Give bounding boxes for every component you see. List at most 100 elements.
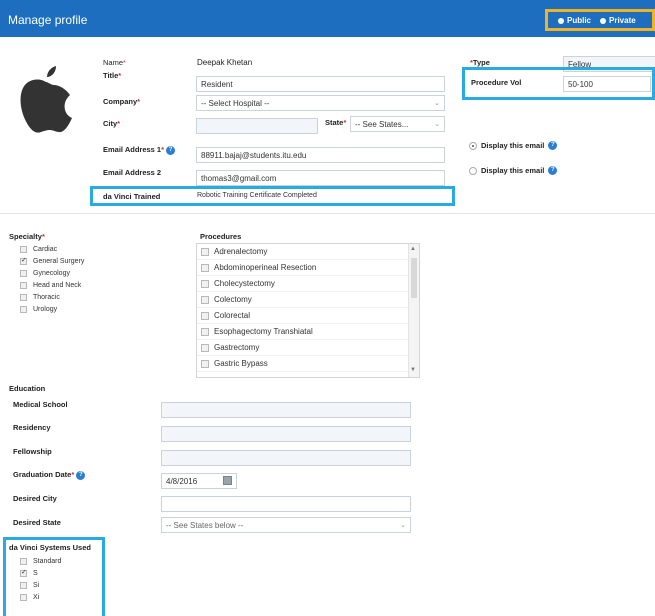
company-select[interactable]: -- Select Hospital -- ⌄ [196,95,445,111]
specialty-item-label: Cardiac [33,245,58,253]
procedures-rows: Adrenalectomy Abdominoperineal Resection C… [197,244,419,372]
specialty-item-label: Thoracic [33,293,60,301]
procedure-item[interactable]: Colorectal [197,308,419,324]
procedure-item[interactable]: Cholecystectomy [197,276,419,292]
procedure-checkbox[interactable] [201,343,209,352]
page-title: Manage profile [8,13,88,27]
email1-label: Email Address 1* ? [103,145,176,155]
private-option[interactable]: Private [600,16,636,25]
state-select[interactable]: -- See States... ⌄ [350,116,445,132]
specialty-checkbox[interactable] [20,245,27,253]
procedure-item-label: Colectomy [214,295,252,304]
email1-input[interactable]: 88911.bajaj@students.itu.edu [196,147,445,163]
procedure-checkbox[interactable] [201,295,209,304]
fellowship-input[interactable] [161,450,411,466]
public-label: Public [567,16,592,25]
info-icon[interactable]: ? [548,141,558,150]
procedure-item[interactable]: Abdominoperineal Resection [197,260,419,276]
public-option[interactable]: Public [558,16,591,25]
procedure-item-label: Esophagectomy Transhiatal [214,327,313,336]
scroll-down-icon[interactable]: ▼ [410,367,416,373]
graduation-date-input[interactable]: 4/8/2016 [161,473,237,489]
city-label: City* [103,119,121,128]
procedure-item-label: Colorectal [214,311,251,320]
procedure-item-label: Adrenalectomy [214,247,268,256]
chevron-down-icon: ⌄ [434,121,440,128]
specialty-item[interactable]: Thoracic [20,291,84,303]
display-email2-option[interactable]: Display this email ? [469,166,558,175]
procedure-item-label: Cholecystectomy [214,279,275,288]
procedure-item-label: Gastric Bypass [214,359,268,368]
procedure-checkbox[interactable] [201,311,209,320]
system-checkbox[interactable] [20,557,27,565]
system-checkbox[interactable] [20,568,27,577]
system-item-label: Xi [33,593,40,601]
specialty-item[interactable]: Head and Neck [20,279,84,291]
specialty-checkbox[interactable] [20,293,27,301]
system-item-label: Si [33,581,40,589]
procedure-item[interactable]: Adrenalectomy [197,244,419,260]
calendar-icon[interactable] [223,476,232,485]
davinci-trained-value: Robotic Training Certificate Completed [197,192,317,199]
scroll-thumb[interactable] [411,258,417,298]
desired-state-select[interactable]: -- See States below -- ⌄ [161,517,411,533]
specialty-item-label: Urology [33,305,58,313]
public-radio-icon [558,17,564,24]
procedure-checkbox[interactable] [201,263,209,272]
procedure-checkbox[interactable] [201,247,209,256]
desired-city-input[interactable] [161,496,411,512]
name-value: Deepak Khetan [197,58,253,67]
apple-icon [20,66,72,133]
specialty-item[interactable]: Gynecology [20,267,84,279]
specialty-checkbox[interactable] [20,305,27,313]
specialty-item[interactable]: Urology [20,303,84,315]
visibility-toggle: Public Private [545,9,655,31]
procedure-item[interactable]: Colectomy [197,292,419,308]
state-label: State* [325,118,347,127]
city-input[interactable] [196,118,318,134]
specialty-item[interactable]: Cardiac [20,243,84,255]
system-checkbox[interactable] [20,593,27,601]
type-label: *Type [470,58,490,67]
section-divider [0,213,655,214]
email2-label: Email Address 2 [103,168,162,177]
info-icon[interactable]: ? [548,166,558,175]
info-icon[interactable]: ? [76,470,86,480]
system-checkbox[interactable] [20,581,27,589]
procedures-scrollbar[interactable]: ▲ ▼ [408,244,419,377]
system-item[interactable]: Si [20,579,61,591]
company-select-value: -- Select Hospital -- [201,99,270,108]
title-input[interactable]: Resident [196,76,445,92]
title-label: Title* [103,71,122,80]
procedure-item[interactable]: Gastric Bypass [197,356,419,372]
residency-input[interactable] [161,426,411,442]
procedures-label: Procedures [200,232,242,241]
procedure-item[interactable]: Esophagectomy Transhiatal [197,324,419,340]
procedure-vol-input[interactable]: 50-100 [563,76,651,92]
medical-school-input[interactable] [161,402,411,418]
desired-state-label: Desired State [13,518,61,527]
procedures-list: Adrenalectomy Abdominoperineal Resection C… [196,243,420,378]
display-email2-radio[interactable] [469,166,477,175]
display-email1-option[interactable]: Display this email ? [469,141,558,150]
name-label: Name* [103,58,126,67]
specialty-checkbox[interactable] [20,281,27,289]
display-email1-radio[interactable] [469,141,477,150]
graduation-date-value: 4/8/2016 [166,477,198,486]
procedure-item[interactable]: Gastrectomy [197,340,419,356]
state-select-value: -- See States... [355,120,409,129]
specialty-checkbox[interactable] [20,269,27,277]
email2-input[interactable]: thomas3@gmail.com [196,170,445,186]
specialty-item-label: Head and Neck [33,281,82,289]
system-item[interactable]: S [20,567,61,579]
procedure-checkbox[interactable] [201,279,209,288]
avatar[interactable] [16,62,76,136]
procedure-checkbox[interactable] [201,359,209,368]
procedure-checkbox[interactable] [201,327,209,336]
scroll-up-icon[interactable]: ▲ [410,246,416,252]
specialty-item[interactable]: General Surgery [20,255,84,267]
system-item[interactable]: Xi [20,591,61,603]
system-item[interactable]: Standard [20,555,61,567]
specialty-checkbox[interactable] [20,256,27,265]
info-icon[interactable]: ? [166,145,176,155]
